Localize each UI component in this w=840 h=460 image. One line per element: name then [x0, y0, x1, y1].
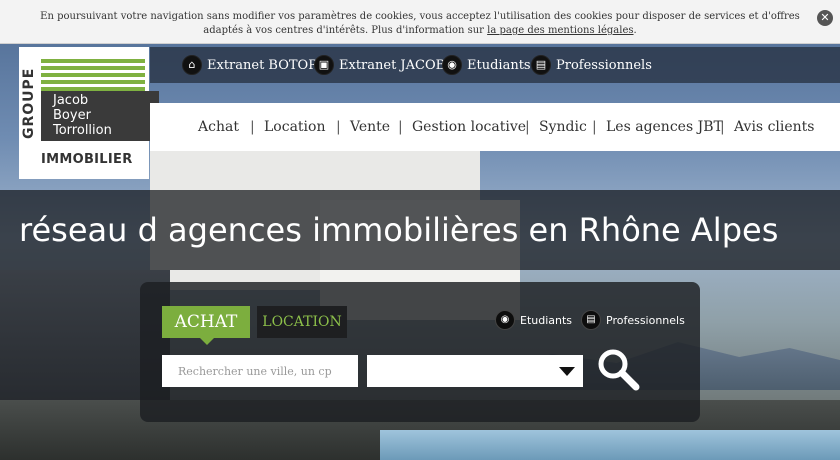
box-icon: ▣: [314, 55, 334, 75]
logo-roof-stripes: [41, 59, 145, 93]
nav-vente[interactable]: Vente: [350, 103, 390, 151]
extranet-botor-label: Extranet BOTOR: [207, 57, 319, 73]
search-etudiants-option[interactable]: ◉ Etudiants: [495, 309, 572, 331]
logo-line-torrollion: Torrollion: [53, 123, 112, 138]
nav-avis-clients[interactable]: Avis clients: [734, 103, 814, 151]
cookie-legal-link[interactable]: la page des mentions légales: [487, 25, 633, 36]
logo-line-jacob: Jacob: [53, 93, 89, 108]
chevron-down-icon: [559, 367, 575, 376]
cookie-banner: En poursuivant votre navigation sans mod…: [0, 0, 840, 44]
nav-location[interactable]: Location: [264, 103, 325, 151]
property-type-select[interactable]: [367, 355, 583, 387]
site-logo[interactable]: GROUPE Jacob Boyer Torrollion IMMOBILIER: [19, 47, 159, 179]
page-tagline: réseau d agences immobilières en Rhône A…: [19, 211, 779, 249]
cookie-close-icon[interactable]: ✕: [817, 10, 833, 26]
search-professionnels-label: Professionnels: [606, 313, 685, 327]
nav-separator: |: [592, 119, 597, 135]
extranet-botor-link[interactable]: ⌂ Extranet BOTOR: [182, 47, 318, 83]
cookie-text-end: .: [633, 25, 637, 36]
extranet-bar: ⌂ Extranet BOTOR ▣ Extranet JACOB ◉ Etud…: [150, 47, 840, 83]
extranet-jacob-label: Extranet JACOB: [339, 57, 446, 73]
nav-separator: |: [250, 119, 255, 135]
background-pool: [380, 430, 840, 460]
logo-name-box: Jacob Boyer Torrollion: [41, 91, 159, 141]
student-icon: ◉: [442, 55, 462, 75]
search-input[interactable]: [162, 355, 358, 387]
main-nav: Achat | Location | Vente | Gestion locat…: [150, 103, 840, 151]
nav-separator: |: [336, 119, 341, 135]
cookie-text: En poursuivant votre navigation sans mod…: [40, 11, 800, 36]
tagline-band: réseau d agences immobilières en Rhône A…: [0, 190, 840, 270]
logo-immobilier-text: IMMOBILIER: [41, 152, 133, 167]
tab-location[interactable]: LOCATION: [257, 306, 347, 338]
etudiants-label: Etudiants: [467, 57, 531, 73]
nav-gestion-locative[interactable]: Gestion locative: [412, 103, 526, 151]
nav-syndic[interactable]: Syndic: [539, 103, 587, 151]
briefcase-icon: ▤: [581, 310, 601, 330]
professionnels-label: Professionnels: [556, 57, 652, 73]
etudiants-link[interactable]: ◉ Etudiants: [442, 47, 531, 83]
search-etudiants-label: Etudiants: [520, 313, 573, 327]
logo-groupe-text: GROUPE: [21, 67, 37, 139]
extranet-jacob-link[interactable]: ▣ Extranet JACOB: [314, 47, 445, 83]
search-professionnels-option[interactable]: ▤ Professionnels: [581, 309, 685, 331]
briefcase-icon: ▤: [531, 55, 551, 75]
tab-achat[interactable]: ACHAT: [162, 306, 250, 345]
student-icon: ◉: [495, 310, 515, 330]
professionnels-link[interactable]: ▤ Professionnels: [531, 47, 652, 83]
search-panel: ACHAT LOCATION ◉ Etudiants ▤ Professionn…: [140, 282, 700, 422]
nav-agences-jbt[interactable]: Les agences JBT: [606, 103, 723, 151]
search-icon[interactable]: [595, 346, 641, 392]
nav-separator: |: [720, 119, 725, 135]
home-icon: ⌂: [182, 55, 202, 75]
logo-line-boyer: Boyer: [53, 108, 91, 123]
nav-achat[interactable]: Achat: [198, 103, 239, 151]
nav-separator: |: [398, 119, 403, 135]
nav-separator: |: [525, 119, 530, 135]
